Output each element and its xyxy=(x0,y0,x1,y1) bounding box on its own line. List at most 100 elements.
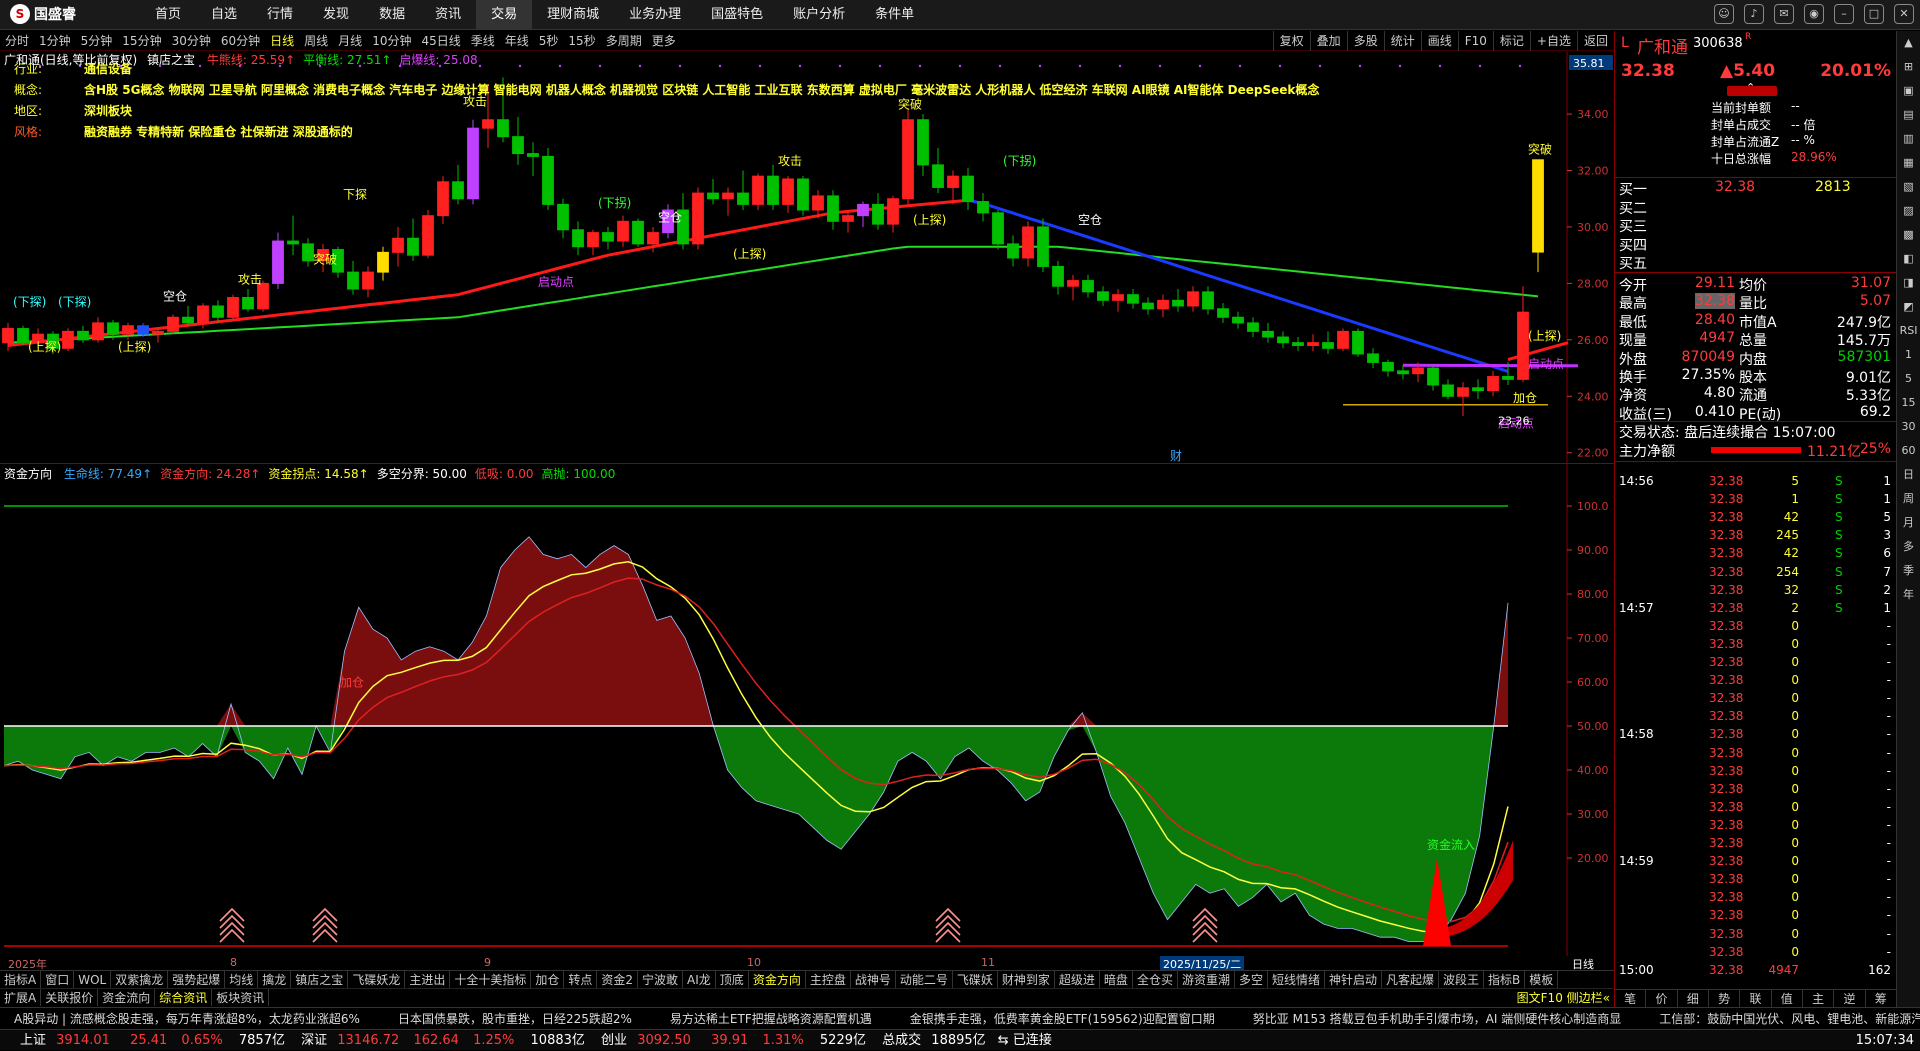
info-tab[interactable]: 关联报价 xyxy=(41,989,99,1006)
indicator-tab[interactable]: 加仓 xyxy=(531,971,565,988)
menu-item[interactable]: 资讯 xyxy=(420,0,476,30)
indicator-panel[interactable]: 100.0 90.00 80.00 70.00 60.00 50.00 40.00 30.00… xyxy=(0,464,1614,956)
indicator-tab[interactable]: 短线情绪 xyxy=(1268,971,1325,988)
sidebar-button[interactable]: ▨ xyxy=(1897,199,1920,223)
quote-tab[interactable]: 笔 xyxy=(1615,990,1647,1007)
info-tab[interactable]: 扩展A xyxy=(0,989,42,1006)
sidebar-button[interactable]: ▤ xyxy=(1897,103,1920,127)
indicator-tab[interactable]: 镇店之宝 xyxy=(291,971,349,988)
toolbar-button[interactable]: 复权 xyxy=(1272,31,1310,51)
toolbar-button[interactable]: 叠加 xyxy=(1309,31,1347,51)
chat-icon[interactable]: ☺ xyxy=(1714,4,1734,24)
indicator-tab[interactable]: 动能二号 xyxy=(896,971,953,988)
sidebar-button[interactable]: 15 xyxy=(1897,391,1920,415)
menu-item[interactable]: 业务办理 xyxy=(614,0,696,30)
menu-item[interactable]: 交易 xyxy=(476,0,533,30)
indicator-tab[interactable]: 飞碟妖龙 xyxy=(348,971,406,988)
news-item[interactable]: 易方达稀土ETF把握战略资源配置机遇 xyxy=(670,1012,872,1026)
news-item[interactable]: 努比亚 M153 搭载豆包手机助手引爆市场，AI 端侧硬件核心制造商显 xyxy=(1253,1012,1621,1026)
mail-icon[interactable]: ✉ xyxy=(1774,4,1794,24)
collapse-handle[interactable]: ⌃ xyxy=(1727,81,1777,96)
menu-item[interactable]: 账户分析 xyxy=(778,0,860,30)
info-tab[interactable]: 板块资讯 xyxy=(212,989,270,1006)
news-item[interactable]: 日本国债暴跌，股市重挫，日经225跌超2% xyxy=(398,1012,632,1026)
indicator-tab[interactable]: 全仓买 xyxy=(1133,971,1178,988)
period-tab[interactable]: 周线 xyxy=(299,31,333,50)
book-row[interactable]: 买四 xyxy=(1615,235,1897,254)
book-row[interactable]: 买五 xyxy=(1615,253,1897,272)
sz-label[interactable]: 深证 xyxy=(301,1033,327,1048)
indicator-tab[interactable]: 双紫擒龙 xyxy=(111,971,169,988)
quote-tab[interactable]: 联 xyxy=(1740,990,1772,1007)
minimize-icon[interactable]: – xyxy=(1834,4,1854,24)
indicator-tab[interactable]: 游资重潮 xyxy=(1178,971,1235,988)
period-tab[interactable]: 年线 xyxy=(500,31,534,50)
kline-panel[interactable]: 34.00 32.00 30.00 28.00 26.00 24.00 22.00 35.81… xyxy=(0,52,1614,464)
sidebar-button[interactable]: ▥ xyxy=(1897,127,1920,151)
sidebar-button[interactable]: 5 xyxy=(1897,367,1920,391)
menu-item[interactable]: 理财商城 xyxy=(532,0,614,30)
news-item[interactable]: A股异动 | 流感概念股走强，每万年青涨超8%，太龙药业涨超6% xyxy=(14,1012,360,1026)
indicator-tab[interactable]: 凡客起爆 xyxy=(1382,971,1440,988)
menu-item[interactable]: 国盛特色 xyxy=(696,0,778,30)
book-row[interactable]: 买三 xyxy=(1615,216,1897,235)
period-tab[interactable]: 15分钟 xyxy=(117,31,166,50)
indicator-tab[interactable]: 转点 xyxy=(564,971,598,988)
sidebar-button[interactable]: 日 xyxy=(1897,463,1920,487)
indicator-tab[interactable]: WOL xyxy=(74,971,112,988)
indicator-chart[interactable]: 100.0 90.00 80.00 70.00 60.00 50.00 40.00 30.00… xyxy=(0,464,1614,956)
news-item[interactable]: 工信部：鼓励中国光伏、风电、锂电池、新能源汽 xyxy=(1659,1012,1920,1026)
sidebar-button[interactable]: ▧ xyxy=(1897,175,1920,199)
period-tab[interactable]: 30分钟 xyxy=(167,31,216,50)
sidebar-button[interactable]: RSI xyxy=(1897,319,1920,343)
sidebar-button[interactable]: 周 xyxy=(1897,487,1920,511)
sidebar-button[interactable]: ◨ xyxy=(1897,271,1920,295)
quote-tab[interactable]: 筹 xyxy=(1866,990,1897,1007)
indicator-tab[interactable]: 顶底 xyxy=(716,971,749,988)
sidebar-button[interactable]: 年 xyxy=(1897,583,1920,607)
indicator-tab[interactable]: 暗盘 xyxy=(1100,971,1133,988)
indicator-tab[interactable]: 宁波敢 xyxy=(638,971,684,988)
period-tab[interactable]: 月线 xyxy=(333,31,367,50)
quote-tab[interactable]: 价 xyxy=(1646,990,1678,1007)
indicator-tab[interactable]: 模板 xyxy=(1525,971,1559,988)
indicator-tab[interactable]: 多空 xyxy=(1235,971,1268,988)
indicator-tab[interactable]: 主控盘 xyxy=(806,971,851,988)
indicator-title[interactable]: 资金方向 xyxy=(4,467,52,481)
sidebar-button[interactable]: 月 xyxy=(1897,511,1920,535)
indicator-tab[interactable]: 财神到家 xyxy=(998,971,1055,988)
info-tab[interactable]: 资金流向 xyxy=(98,989,156,1006)
period-tab[interactable]: 季线 xyxy=(466,31,500,50)
sidebar-button[interactable]: ◧ xyxy=(1897,247,1920,271)
sidebar-button[interactable]: 季 xyxy=(1897,559,1920,583)
sidebar-button[interactable]: ▩ xyxy=(1897,223,1920,247)
menu-item[interactable]: 发现 xyxy=(308,0,364,30)
sidebar-button[interactable]: ▦ xyxy=(1897,151,1920,175)
sidebar-button[interactable]: ⊞ xyxy=(1897,55,1920,79)
f10-link[interactable]: 图文F10 侧边栏« xyxy=(1513,989,1614,1006)
indicator-tab[interactable]: 战神号 xyxy=(851,971,896,988)
period-tab[interactable]: 日线 xyxy=(265,31,299,50)
menu-item[interactable]: 首页 xyxy=(140,0,196,30)
indicator-tab[interactable]: AI龙 xyxy=(683,971,716,988)
period-tab[interactable]: 5秒 xyxy=(534,31,564,50)
sidebar-button[interactable]: ◩ xyxy=(1897,295,1920,319)
toolbar-button[interactable]: 画线 xyxy=(1420,31,1458,51)
indicator-tab[interactable]: 超级进 xyxy=(1055,971,1100,988)
sidebar-button[interactable]: 30 xyxy=(1897,415,1920,439)
sidebar-button[interactable]: 1 xyxy=(1897,343,1920,367)
indicator-tab[interactable]: 资金2 xyxy=(597,971,639,988)
info-tab[interactable]: 综合资讯 xyxy=(155,989,213,1006)
sidebar-button[interactable]: 多 xyxy=(1897,535,1920,559)
period-tab[interactable]: 45日线 xyxy=(416,31,465,50)
menu-item[interactable]: 数据 xyxy=(364,0,420,30)
indicator-tab[interactable]: 飞碟妖 xyxy=(953,971,998,988)
indicator-tab[interactable]: 资金方向 xyxy=(749,971,806,988)
news-ticker[interactable]: A股异动 | 流感概念股走强，每万年青涨超8%，太龙药业涨超6% 日本国债暴跌，股… xyxy=(0,1007,1920,1029)
indicator-name[interactable]: 镇店之宝 xyxy=(147,53,195,67)
sidebar-button[interactable]: 60 xyxy=(1897,439,1920,463)
period-tab[interactable]: 60分钟 xyxy=(216,31,265,50)
close-icon[interactable]: ✕ xyxy=(1894,4,1914,24)
period-tab[interactable]: 15秒 xyxy=(563,31,600,50)
indicator-tab[interactable]: 神针启动 xyxy=(1325,971,1383,988)
